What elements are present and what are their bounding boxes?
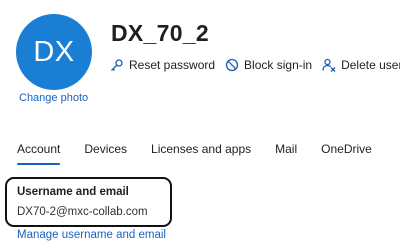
user-tabs: Account Devices Licenses and apps Mail O…	[17, 142, 372, 165]
tab-mail[interactable]: Mail	[275, 142, 297, 165]
block-sign-in-label: Block sign-in	[244, 58, 313, 72]
tab-account[interactable]: Account	[17, 142, 61, 165]
delete-user-icon	[322, 58, 336, 72]
manage-username-link[interactable]: Manage username and email	[17, 229, 166, 241]
reset-password-button[interactable]: Reset password	[110, 58, 215, 72]
tab-devices[interactable]: Devices	[84, 142, 127, 165]
avatar-initials: DX	[33, 35, 75, 68]
delete-user-label: Delete user	[341, 58, 400, 72]
change-photo-link[interactable]: Change photo	[19, 92, 88, 104]
delete-user-button[interactable]: Delete user	[322, 58, 400, 72]
user-actions-bar: Reset password Block sign-in Delete user	[110, 58, 400, 72]
key-icon	[110, 58, 124, 72]
email-value: DX70-2@mxc-collab.com	[17, 206, 148, 218]
tab-licenses-and-apps[interactable]: Licenses and apps	[151, 142, 251, 165]
avatar[interactable]: DX	[16, 14, 92, 90]
highlight-box	[5, 177, 172, 227]
user-display-name: DX_70_2	[111, 20, 210, 46]
block-sign-in-button[interactable]: Block sign-in	[225, 58, 312, 72]
block-icon	[225, 58, 239, 72]
section-title: Username and email	[17, 186, 129, 198]
user-details-panel: DX Change photo DX_70_2 Reset password B…	[0, 0, 400, 251]
tab-onedrive[interactable]: OneDrive	[321, 142, 372, 165]
reset-password-label: Reset password	[129, 58, 216, 72]
